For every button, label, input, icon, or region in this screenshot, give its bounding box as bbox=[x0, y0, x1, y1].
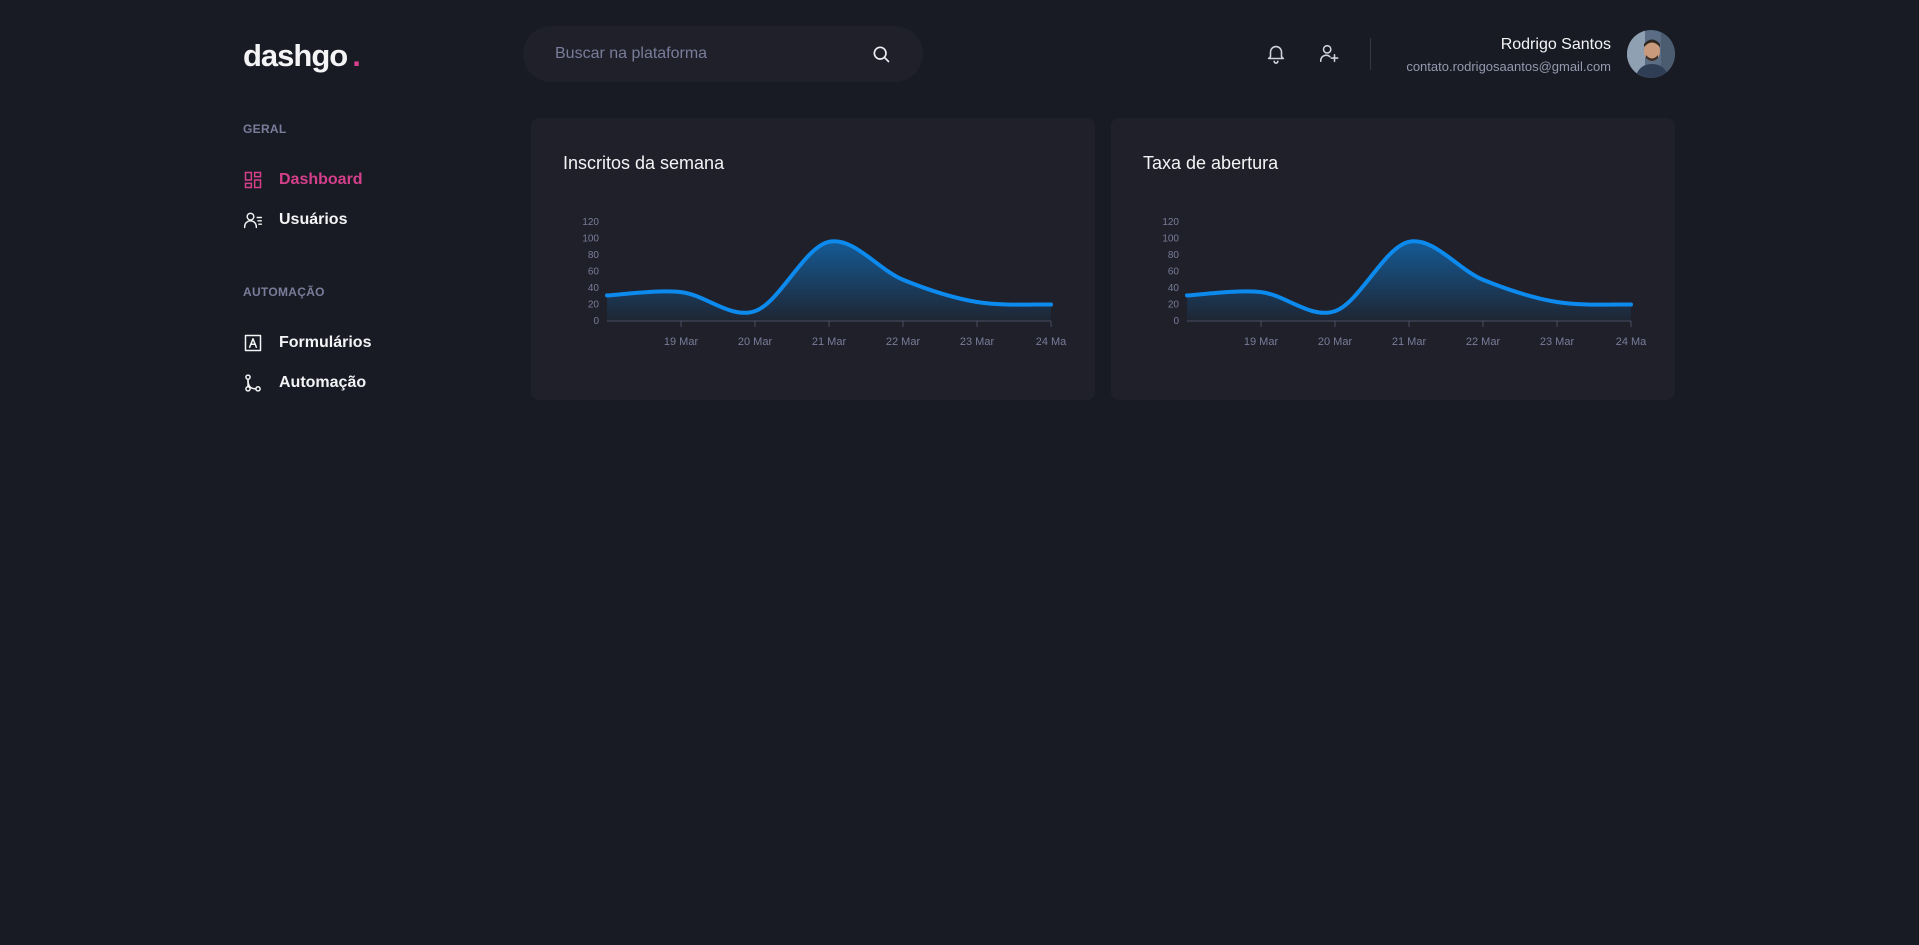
sidebar-item-usuarios[interactable]: Usuários bbox=[243, 210, 347, 230]
x-tick-label: 24 Ma bbox=[1036, 336, 1067, 348]
sidebar-item-automacao[interactable]: Automação bbox=[243, 373, 366, 393]
y-tick-label: 60 bbox=[1168, 267, 1180, 278]
area-chart: 0 20 40 60 80 100 120 19 Mar 20 Mar 21 Mar 22 Mar 2… bbox=[1162, 217, 1647, 348]
search-icon[interactable] bbox=[871, 44, 891, 64]
header-divider bbox=[1370, 38, 1371, 70]
x-tick-label: 23 Mar bbox=[1540, 336, 1575, 348]
y-tick-label: 0 bbox=[1173, 316, 1179, 327]
y-tick-label: 100 bbox=[582, 234, 599, 245]
y-tick-label: 40 bbox=[588, 283, 600, 294]
x-tick-label: 23 Mar bbox=[960, 336, 995, 348]
git-merge-icon bbox=[245, 374, 261, 392]
user-info: Rodrigo Santos contato.rodrigosaantos@gm… bbox=[1406, 35, 1611, 75]
chart-card-inscritos: Inscritos da semana 0 20 40 60 80 100 120 19 Ma… bbox=[531, 118, 1095, 400]
y-tick-label: 40 bbox=[1168, 283, 1180, 294]
y-tick-label: 80 bbox=[1168, 250, 1180, 261]
y-tick-label: 120 bbox=[1162, 217, 1179, 228]
y-tick-label: 0 bbox=[593, 316, 599, 327]
chart-card-taxa-abertura: Taxa de abertura 0 20 40 60 80 100 120 19 Mar 20… bbox=[1111, 118, 1675, 400]
area-fill bbox=[607, 241, 1051, 321]
sidebar-item-formularios[interactable]: Formulários bbox=[243, 333, 371, 353]
x-tick-label: 20 Mar bbox=[738, 336, 773, 348]
user-name: Rodrigo Santos bbox=[1500, 36, 1611, 53]
x-tick-label: 21 Mar bbox=[812, 336, 847, 348]
dashboard-icon bbox=[244, 171, 262, 189]
x-tick-label: 24 Ma bbox=[1616, 336, 1647, 348]
x-tick-label: 20 Mar bbox=[1318, 336, 1353, 348]
sidebar-item-label: Formulários bbox=[279, 334, 372, 351]
sidebar-item-label: Automação bbox=[279, 374, 367, 391]
logo-dot: . bbox=[352, 38, 361, 73]
y-tick-label: 80 bbox=[588, 250, 600, 261]
sidebar-section-title: GERAL bbox=[243, 122, 287, 136]
x-tick-label: 22 Mar bbox=[886, 336, 921, 348]
users-icon bbox=[243, 212, 263, 229]
sidebar-section-title: AUTOMAÇÃO bbox=[243, 285, 325, 299]
y-tick-label: 60 bbox=[588, 267, 600, 278]
search-bar[interactable] bbox=[523, 26, 923, 82]
add-user-icon[interactable] bbox=[1318, 42, 1340, 64]
x-tick-label: 19 Mar bbox=[664, 336, 699, 348]
sidebar-item-label: Dashboard bbox=[279, 171, 363, 188]
sidebar-item-dashboard[interactable]: Dashboard bbox=[243, 170, 363, 190]
y-tick-label: 20 bbox=[588, 300, 600, 311]
user-email: contato.rodrigosaantos@gmail.com bbox=[1406, 59, 1611, 74]
area-fill bbox=[1187, 241, 1631, 321]
y-tick-label: 100 bbox=[1162, 234, 1179, 245]
x-tick-label: 22 Mar bbox=[1466, 336, 1501, 348]
search-input[interactable] bbox=[555, 45, 871, 63]
x-tick-label: 19 Mar bbox=[1244, 336, 1279, 348]
logo: dashgo. bbox=[243, 38, 361, 73]
y-tick-label: 20 bbox=[1168, 300, 1180, 311]
y-tick-label: 120 bbox=[582, 217, 599, 228]
x-tick-label: 21 Mar bbox=[1392, 336, 1427, 348]
area-chart: 0 20 40 60 80 100 120 19 Mar 20 Mar 21 Mar 22 Mar 2… bbox=[582, 217, 1067, 348]
avatar[interactable] bbox=[1627, 30, 1675, 78]
sidebar-item-label: Usuários bbox=[279, 211, 348, 228]
notification-bell-icon[interactable] bbox=[1265, 42, 1287, 64]
form-icon bbox=[244, 334, 262, 352]
